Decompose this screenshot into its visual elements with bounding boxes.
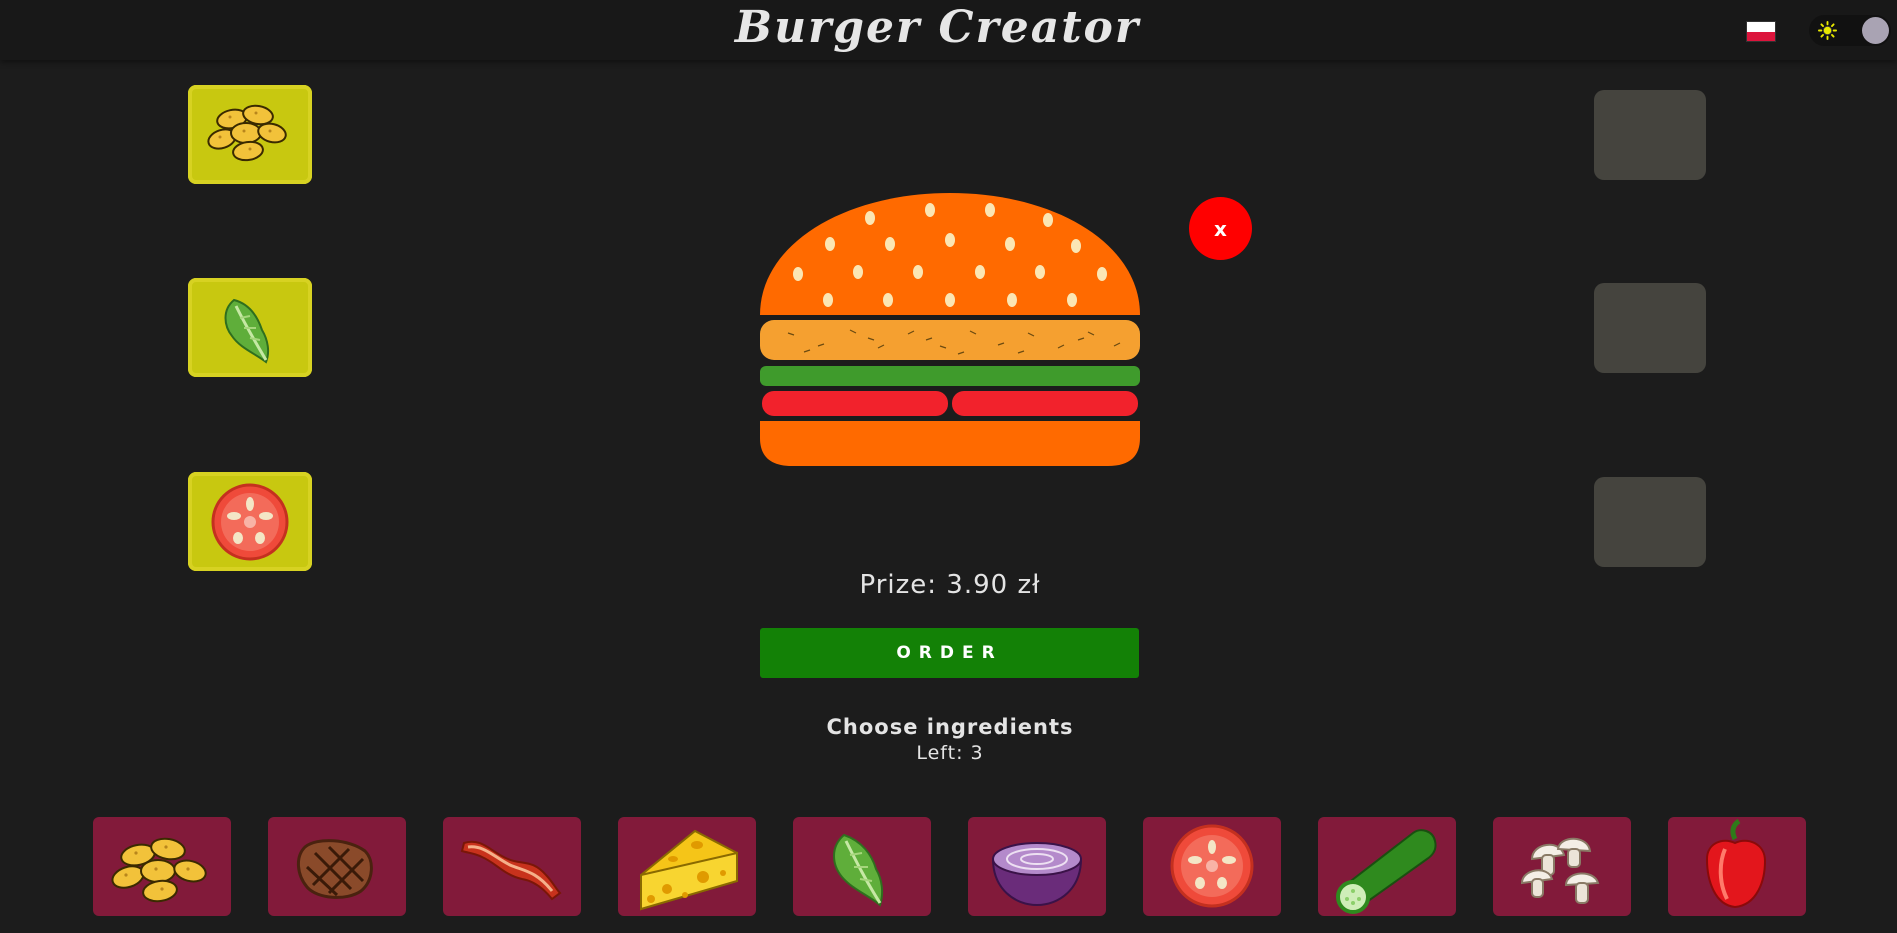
tomato-icon bbox=[1170, 824, 1254, 908]
empty-slot-3[interactable] bbox=[1594, 477, 1706, 567]
ingredient-tile-steak[interactable] bbox=[268, 817, 406, 916]
steak-icon bbox=[297, 839, 373, 899]
bun-bottom bbox=[760, 421, 1140, 466]
nuggets-patty-layer bbox=[760, 320, 1140, 360]
onion-icon bbox=[991, 842, 1083, 907]
cucumber-icon bbox=[1336, 829, 1437, 914]
flag-pl-icon[interactable] bbox=[1746, 21, 1776, 42]
bacon-icon bbox=[460, 840, 562, 901]
ingredient-tile-nuggets[interactable] bbox=[93, 817, 231, 916]
ingredient-tile-pepper[interactable] bbox=[1668, 817, 1806, 916]
price-label: Prize: 3.90 zł bbox=[859, 570, 1041, 600]
pepper-icon bbox=[1705, 819, 1767, 909]
tomato-icon bbox=[211, 483, 289, 561]
order-button[interactable]: ORDER bbox=[760, 628, 1139, 678]
header-bar: Burger Creator bbox=[0, 0, 1897, 60]
burger-preview bbox=[760, 193, 1140, 466]
empty-slot-2[interactable] bbox=[1594, 283, 1706, 373]
sun-icon bbox=[1818, 21, 1837, 40]
selected-slot-tomato[interactable] bbox=[188, 472, 312, 571]
bun-top bbox=[760, 193, 1140, 315]
cheese-icon bbox=[640, 829, 738, 911]
ingredient-tile-cucumber[interactable] bbox=[1318, 817, 1456, 916]
mushrooms-icon bbox=[1520, 837, 1600, 904]
ingredients-left-count: Left: 3 bbox=[916, 742, 984, 764]
ingredient-tile-mushrooms[interactable] bbox=[1493, 817, 1631, 916]
ingredient-tile-lettuce[interactable] bbox=[793, 817, 931, 916]
nuggets-icon bbox=[207, 104, 287, 162]
ingredient-tile-tomato[interactable] bbox=[1143, 817, 1281, 916]
ingredient-tile-onion[interactable] bbox=[968, 817, 1106, 916]
nuggets-icon bbox=[111, 837, 207, 903]
lettuce-icon bbox=[224, 298, 270, 364]
close-button[interactable]: x bbox=[1189, 197, 1252, 260]
selected-slot-lettuce[interactable] bbox=[188, 278, 312, 377]
tomato-layer bbox=[762, 391, 1138, 416]
app-title: Burger Creator bbox=[734, 2, 1141, 53]
theme-toggle[interactable] bbox=[1809, 15, 1891, 46]
lettuce-layer bbox=[760, 366, 1140, 386]
choose-ingredients-heading: Choose ingredients bbox=[826, 715, 1074, 739]
selected-slot-nuggets[interactable] bbox=[188, 85, 312, 184]
toggle-knob[interactable] bbox=[1862, 17, 1889, 44]
ingredient-tile-bacon[interactable] bbox=[443, 817, 581, 916]
lettuce-icon bbox=[833, 833, 884, 907]
ingredient-tile-cheese[interactable] bbox=[618, 817, 756, 916]
empty-slot-1[interactable] bbox=[1594, 90, 1706, 180]
